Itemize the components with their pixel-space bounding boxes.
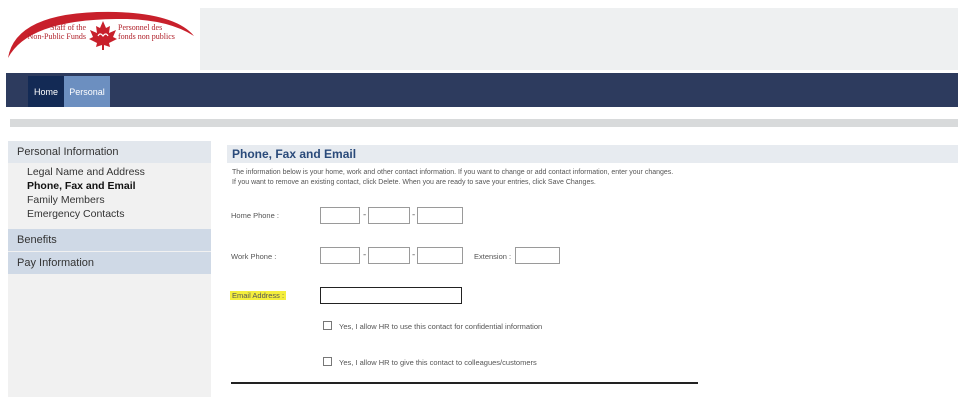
work-phone-extension-input[interactable]	[515, 247, 560, 264]
logo-fr-line1: Personnel des	[118, 23, 163, 32]
logo-text-en: Staff of the Non-Public Funds	[10, 23, 86, 41]
confidential-use-label: Yes, I allow HR to use this contact for …	[339, 322, 543, 331]
confidential-use-checkbox[interactable]	[323, 321, 332, 330]
home-phone-dash-2: -	[412, 210, 416, 220]
work-phone-label: Work Phone :	[231, 252, 277, 261]
sidebar-item-emergency-contacts[interactable]: Emergency Contacts	[27, 208, 124, 221]
tab-home[interactable]: Home	[28, 76, 64, 107]
work-phone-area-input[interactable]	[320, 247, 360, 264]
header-band	[200, 8, 958, 70]
work-phone-dash-1: -	[363, 250, 367, 260]
work-phone-dash-2: -	[412, 250, 416, 260]
sidebar-section-personal-information[interactable]: Personal Information	[8, 141, 211, 163]
email-address-input[interactable]	[320, 287, 462, 304]
sidebar-item-legal-name[interactable]: Legal Name and Address	[27, 166, 145, 179]
header: Staff of the Non-Public Funds Personnel …	[0, 0, 958, 72]
tab-personal[interactable]: Personal	[64, 76, 110, 107]
logo-en-line1: Staff of the	[50, 23, 86, 32]
sidebar-section-benefits[interactable]: Benefits	[8, 229, 211, 251]
page-description: The information below is your home, work…	[232, 168, 932, 188]
sub-nav-bar	[10, 119, 958, 127]
description-line-1: The information below is your home, work…	[232, 169, 674, 176]
work-phone-line-input[interactable]	[417, 247, 463, 264]
home-phone-line-input[interactable]	[417, 207, 463, 224]
home-phone-prefix-input[interactable]	[368, 207, 410, 224]
logo-en-line2: Non-Public Funds	[27, 32, 86, 41]
home-phone-dash-1: -	[363, 210, 367, 220]
share-colleagues-checkbox[interactable]	[323, 357, 332, 366]
share-colleagues-label: Yes, I allow HR to give this contact to …	[339, 358, 537, 367]
top-nav: Home Personal	[6, 73, 958, 107]
home-phone-area-input[interactable]	[320, 207, 360, 224]
home-phone-label: Home Phone :	[231, 211, 279, 220]
sidebar-section-pay-information[interactable]: Pay Information	[8, 252, 211, 274]
email-address-label: Email Address :	[230, 291, 287, 300]
logo-fr-line2: fonds non publics	[118, 32, 175, 41]
logo-text-fr: Personnel des fonds non publics	[118, 23, 198, 41]
sidebar-item-family-members[interactable]: Family Members	[27, 194, 105, 207]
form-divider	[231, 382, 698, 384]
page-title: Phone, Fax and Email	[232, 147, 357, 161]
maple-leaf-icon	[89, 21, 117, 50]
description-line-2: If you want to remove an existing contac…	[232, 179, 596, 186]
sidebar-item-phone-fax-email[interactable]: Phone, Fax and Email	[27, 180, 136, 193]
work-phone-prefix-input[interactable]	[368, 247, 410, 264]
extension-label: Extension :	[474, 252, 512, 261]
